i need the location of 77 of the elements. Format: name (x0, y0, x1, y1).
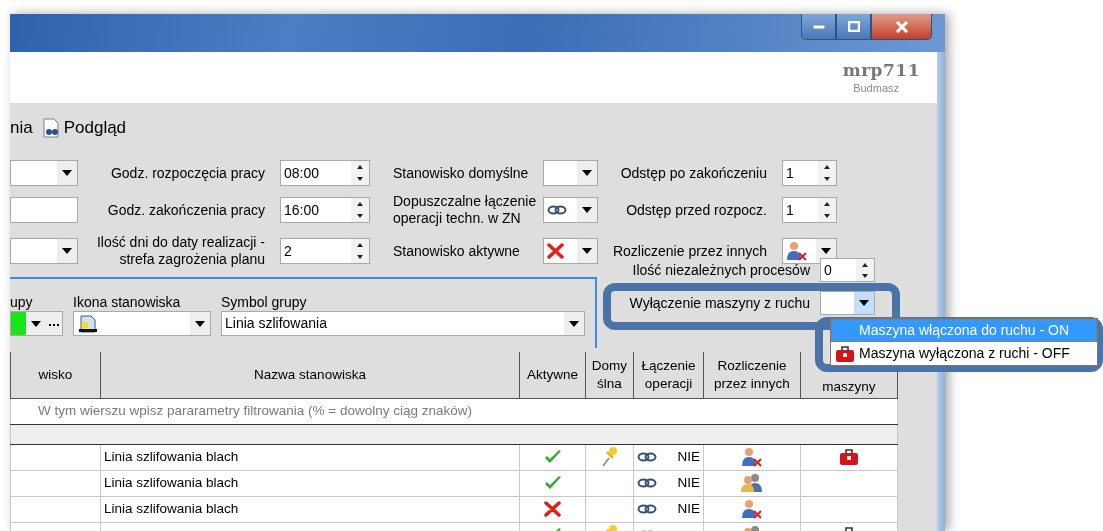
combo-box[interactable] (820, 291, 875, 315)
person-cross-icon (786, 241, 808, 261)
column-header[interactable]: Łączenie operacji (633, 352, 704, 398)
color-picker[interactable] (10, 311, 63, 336)
table-cell-text: NIE (677, 447, 700, 466)
column-header[interactable]: Rozliczenie przez innych (703, 352, 801, 398)
column-header[interactable]: Nazwa stanowiska (100, 352, 520, 398)
spin-up-icon[interactable] (824, 165, 830, 169)
time-spinner[interactable]: 2 (280, 238, 370, 264)
field-label: Godz. zakończenia pracy (106, 201, 266, 219)
field-label: Stanowisko aktywne (392, 242, 521, 260)
close-button[interactable] (871, 14, 932, 40)
field-label: Odstęp po zakończeniu (619, 164, 768, 182)
dropdown-arrow-icon[interactable] (569, 320, 579, 327)
combo-box[interactable] (782, 238, 837, 264)
time-spinner[interactable]: 16:00 (280, 197, 370, 223)
field-label: Ilość niezależnych procesów (631, 261, 811, 279)
spin-down-icon[interactable] (357, 177, 363, 181)
field-label: Wyłączenie maszyny z ruchu (628, 294, 811, 312)
field-label: Rozliczenie przez innych (611, 242, 768, 260)
number-spinner[interactable]: 0 (820, 258, 875, 282)
toolbox-icon (835, 344, 855, 363)
field-label: Symbol grupy (221, 293, 308, 311)
spin-down-icon[interactable] (862, 273, 868, 278)
spin-up-icon[interactable] (862, 262, 868, 267)
number-spinner[interactable]: 1 (782, 197, 837, 223)
column-header[interactable]: wisko (10, 352, 101, 398)
field-label: Stanowisko domyślne (392, 164, 530, 182)
spin-down-icon[interactable] (357, 214, 363, 218)
cross-icon (547, 243, 564, 259)
close-icon (894, 20, 909, 33)
dropdown-arrow-icon[interactable] (859, 300, 869, 306)
maximize-button[interactable] (836, 14, 871, 40)
time-spinner[interactable]: 08:00 (280, 160, 370, 186)
dropdown-arrow-icon[interactable] (582, 207, 592, 213)
text-field[interactable] (10, 197, 78, 223)
spin-down-icon[interactable] (824, 214, 830, 218)
column-header[interactable]: Aktywne (519, 352, 586, 398)
spin-up-icon[interactable] (357, 165, 363, 169)
dropdown-arrow-icon[interactable] (62, 248, 72, 254)
company-name: Budmasz (853, 81, 900, 96)
combo-box[interactable]: Linia szlifowania (221, 311, 585, 336)
spin-up-icon[interactable] (357, 202, 363, 206)
table-cell-text: NIE (677, 499, 700, 518)
toolbar-button[interactable]: nia (10, 114, 33, 141)
table-cell: Linia szlifowania blach (100, 444, 520, 470)
dropdown-arrow-icon[interactable] (195, 320, 205, 327)
table-cell: Linia szlifowania blach (100, 496, 520, 522)
maximize-icon (847, 21, 860, 32)
minimize-button[interactable] (801, 14, 836, 40)
number-spinner[interactable]: 1 (782, 160, 837, 186)
icon-combo[interactable] (73, 311, 211, 336)
field-label: Dopuszczalne łączenie operacji techn. w ZN (392, 193, 538, 227)
filter-hint: W tym wierszu wpisz pararametry filtrowania (% = dowolny ciąg znaków) (10, 398, 898, 424)
spin-up-icon[interactable] (357, 243, 363, 247)
table-cell-text: NIE (677, 473, 700, 492)
column-header[interactable]: Domy ślna (585, 352, 634, 398)
field-label: upy (10, 293, 34, 311)
combo-box[interactable] (543, 160, 598, 186)
toolbar-button[interactable]: Podgląd (42, 114, 127, 141)
spin-down-icon[interactable] (357, 255, 363, 259)
field-label: Ilość dni do daty realizacji - strefa zagrożenia planu (95, 234, 266, 268)
combo-box[interactable] (543, 238, 598, 264)
spin-down-icon[interactable] (824, 177, 830, 181)
field-label: Godz. rozpoczęcia pracy (109, 164, 266, 182)
preview-icon (42, 117, 60, 138)
workstation-icon (77, 313, 99, 334)
dropdown-arrow-icon[interactable] (582, 170, 592, 176)
table-cell: Linia szlifowania blach (100, 470, 520, 496)
field-label: Ikona stanowiska (73, 293, 182, 311)
spin-up-icon[interactable] (824, 202, 830, 206)
field-label: Odstęp przed rozpocz. (625, 201, 768, 219)
minimize-icon (812, 24, 825, 29)
combo-box[interactable] (543, 197, 598, 223)
dropdown-arrow-icon[interactable] (62, 170, 72, 176)
brand-logo: mrp711 (842, 60, 920, 80)
dropdown-arrow-icon[interactable] (582, 248, 592, 254)
